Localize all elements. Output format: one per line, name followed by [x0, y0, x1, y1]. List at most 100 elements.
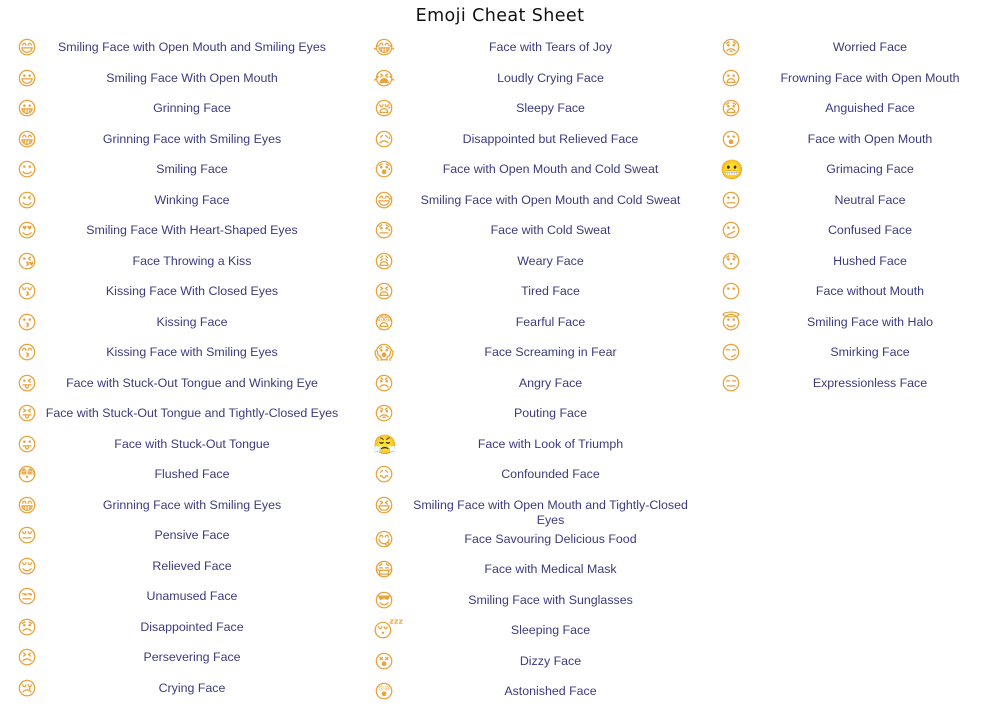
emoji-label: Persevering Face — [143, 650, 241, 664]
emoji-row[interactable]: 😛 Face with Stuck-Out Tongue — [16, 433, 360, 464]
kissing-face-closed-eyes-icon: 😚 — [17, 281, 37, 303]
emoji-row[interactable]: 😇 Smiling Face with Halo — [720, 311, 1000, 342]
emoji-row[interactable]: 😭 Loudly Crying Face — [373, 67, 710, 98]
expressionless-face-icon: 😑 — [721, 372, 741, 395]
emoji-label: Disappointed but Relieved Face — [462, 131, 639, 146]
sleeping-face-icon: 😴 — [373, 620, 404, 642]
emoji-row[interactable]: 😜 Face with Stuck-Out Tongue and Winking … — [16, 372, 360, 403]
emoji-label: Dizzy Face — [519, 653, 582, 668]
emoji-row[interactable]: 😁 Grinning Face with Smiling Eyes — [16, 128, 360, 159]
emoji-label: Smiling Face with Halo — [806, 314, 934, 329]
emoji-row[interactable]: 😋 Face Savouring Delicious Food — [373, 528, 710, 559]
emoji-row[interactable]: 😝 Face with Stuck-Out Tongue and Tightly-… — [16, 402, 360, 433]
emoji-row[interactable]: 😣 Persevering Face — [16, 646, 360, 677]
emoji-row[interactable]: 😤 Face with Look of Triumph — [373, 433, 710, 464]
face-with-tears-of-joy-icon: 😂 — [373, 37, 396, 59]
grimacing-face-icon: 😬 — [720, 159, 744, 181]
emoji-label: Confused Face — [827, 223, 913, 237]
emoji-column-2: 😂 Face with Tears of Joy 😭 Loudly Crying Fa… — [360, 36, 710, 711]
emoji-row[interactable]: 😗 Kissing Face — [16, 311, 360, 342]
neutral-face-icon: 😐 — [721, 189, 741, 212]
unamused-face-icon: 😒 — [17, 586, 37, 608]
emoji-row[interactable]: 😰 Face with Open Mouth and Cold Sweat — [373, 158, 710, 189]
hushed-face-icon: 😯 — [721, 250, 741, 273]
worried-face-icon: 😟 — [721, 37, 741, 59]
emoji-row[interactable]: 😁 Grinning Face with Smiling Eyes — [16, 494, 360, 525]
emoji-row[interactable]: 😴 Sleeping Face — [373, 619, 710, 650]
emoji-row[interactable]: 😞 Disappointed Face — [16, 616, 360, 647]
face-with-open-mouth-icon: 😮 — [721, 128, 741, 151]
pensive-face-icon: 😔 — [17, 525, 37, 547]
emoji-row[interactable]: 😨 Fearful Face — [373, 311, 710, 342]
face-savouring-delicious-food-icon: 😋 — [374, 528, 394, 551]
face-without-mouth-icon: 😶 — [721, 281, 741, 303]
emoji-row[interactable]: 😢 Crying Face — [16, 677, 360, 708]
loudly-crying-face-icon: 😭 — [373, 67, 396, 90]
weary-face-icon: 😩 — [374, 250, 394, 273]
face-open-mouth-cold-sweat-icon: 😰 — [374, 159, 394, 181]
emoji-label: Face Savouring Delicious Food — [464, 531, 637, 546]
emoji-row[interactable]: 😐 Neutral Face — [720, 189, 1000, 220]
emoji-row[interactable]: 😓 Face with Cold Sweat — [373, 219, 710, 250]
emoji-row[interactable]: 😯 Hushed Face — [720, 250, 1000, 281]
emoji-row[interactable]: 😆 Smiling Face with Open Mouth and Tightl… — [373, 494, 710, 528]
emoji-row[interactable]: 😉 Winking Face — [16, 189, 360, 220]
emoji-label: Face Throwing a Kiss — [132, 253, 252, 268]
emoji-label: Face without Mouth — [815, 284, 925, 298]
emoji-label: Neutral Face — [834, 192, 906, 207]
fearful-face-icon: 😨 — [374, 311, 394, 334]
emoji-label: Expressionless Face — [812, 375, 928, 390]
emoji-row[interactable]: 😶 Face without Mouth — [720, 280, 1000, 311]
emoji-row[interactable]: 😥 Disappointed but Relieved Face — [373, 128, 710, 159]
emoji-row[interactable]: 😙 Kissing Face with Smiling Eyes — [16, 341, 360, 372]
emoji-label: Winking Face — [154, 192, 230, 207]
emoji-row[interactable]: 😪 Sleepy Face — [373, 97, 710, 128]
emoji-row[interactable]: 😦 Frowning Face with Open Mouth — [720, 67, 1000, 98]
emoji-row[interactable]: 😄 Smiling Face with Open Mouth and Smilin… — [16, 36, 360, 67]
emoji-row[interactable]: 😩 Weary Face — [373, 250, 710, 281]
smiling-face-open-mouth-smiling-eyes-icon: 😄 — [17, 37, 37, 59]
emoji-row[interactable]: 😫 Tired Face — [373, 280, 710, 311]
emoji-label: Grimacing Face — [826, 162, 914, 176]
emoji-row[interactable]: 😌 Relieved Face — [16, 555, 360, 586]
emoji-row[interactable]: 😳 Flushed Face — [16, 463, 360, 494]
emoji-row[interactable]: ☺ Smiling Face — [16, 158, 360, 189]
emoji-label: Angry Face — [518, 375, 583, 390]
emoji-row[interactable]: 😒 Unamused Face — [16, 585, 360, 616]
kissing-face-icon: 😗 — [17, 311, 37, 334]
emoji-label: Fearful Face — [515, 314, 586, 329]
emoji-row[interactable]: 😮 Face with Open Mouth — [720, 128, 1000, 159]
emoji-row[interactable]: 😟 Worried Face — [720, 36, 1000, 67]
emoji-row[interactable]: 😑 Expressionless Face — [720, 372, 1000, 403]
emoji-row[interactable]: 😖 Confounded Face — [373, 463, 710, 494]
tired-face-icon: 😫 — [374, 281, 394, 303]
emoji-label: Relieved Face — [152, 558, 232, 573]
emoji-label: Sleepy Face — [516, 101, 585, 115]
emoji-label: Face Screaming in Fear — [484, 345, 617, 359]
emoji-row[interactable]: 😷 Face with Medical Mask — [373, 558, 710, 589]
emoji-row[interactable]: 😵 Dizzy Face — [373, 650, 710, 681]
emoji-row[interactable]: 😠 Angry Face — [373, 372, 710, 403]
emoji-row[interactable]: 😎 Smiling Face with Sunglasses — [373, 589, 710, 620]
emoji-row[interactable]: 😚 Kissing Face With Closed Eyes — [16, 280, 360, 311]
pouting-face-icon: 😡 — [374, 403, 394, 425]
emoji-row[interactable]: 😂 Face with Tears of Joy — [373, 36, 710, 67]
emoji-row[interactable]: 😡 Pouting Face — [373, 402, 710, 433]
emoji-row[interactable]: 😃 Smiling Face With Open Mouth — [16, 67, 360, 98]
emoji-label: Loudly Crying Face — [497, 70, 604, 85]
emoji-row[interactable]: 😅 Smiling Face with Open Mouth and Cold S… — [373, 189, 710, 220]
emoji-row[interactable]: 😀 Grinning Face — [16, 97, 360, 128]
emoji-label: Worried Face — [832, 40, 908, 54]
emoji-row[interactable]: 😕 Confused Face — [720, 219, 1000, 250]
emoji-row[interactable]: 😬 Grimacing Face — [720, 158, 1000, 189]
emoji-row[interactable]: 😘 Face Throwing a Kiss — [16, 250, 360, 281]
face-throwing-a-kiss-icon: 😘 — [17, 250, 37, 273]
emoji-label: Sleeping Face — [510, 623, 591, 637]
emoji-row[interactable]: 😲 Astonished Face — [373, 680, 710, 711]
emoji-row[interactable]: 😱 Face Screaming in Fear — [373, 341, 710, 372]
emoji-label: Hushed Face — [833, 253, 907, 268]
emoji-row[interactable]: 😔 Pensive Face — [16, 524, 360, 555]
emoji-row[interactable]: 😏 Smirking Face — [720, 341, 1000, 372]
emoji-row[interactable]: 😧 Anguished Face — [720, 97, 1000, 128]
emoji-row[interactable]: 😍 Smiling Face With Heart-Shaped Eyes — [16, 219, 360, 250]
